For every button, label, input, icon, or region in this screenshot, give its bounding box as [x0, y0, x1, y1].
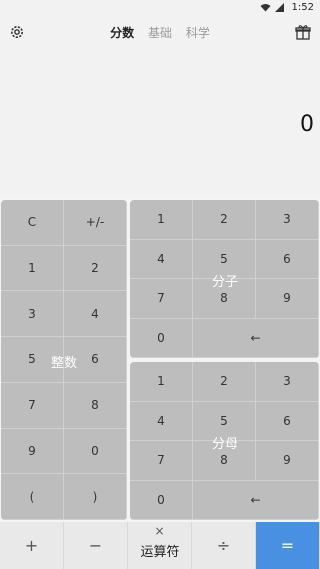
gift-icon[interactable] [295, 24, 311, 40]
integer-key-6[interactable]: 6 [64, 337, 127, 383]
integer-key-5[interactable]: 5 [1, 337, 64, 383]
status-bar: 1:52 [0, 0, 320, 16]
denominator-panel: 1 2 3 4 5 6 7 8 9 0 ← [130, 362, 319, 520]
integer-key-1[interactable]: 1 [1, 245, 64, 292]
operator-row: + − × ÷ = [0, 522, 320, 569]
denominator-key-3[interactable]: 3 [256, 362, 319, 402]
integer-panel: C +/- 1 2 3 4 5 6 7 8 9 0 ( ) [1, 200, 127, 520]
tab-scientific[interactable]: 科学 [186, 24, 210, 41]
numerator-key-7[interactable]: 7 [130, 279, 193, 319]
denominator-key-4[interactable]: 4 [130, 401, 193, 441]
numerator-key-5[interactable]: 5 [193, 239, 256, 279]
integer-key-9[interactable]: 9 [1, 428, 64, 475]
numerator-key-8[interactable]: 8 [193, 279, 256, 319]
result-display: 0 [300, 112, 314, 137]
close-paren-key[interactable]: ) [64, 474, 127, 520]
denominator-key-0[interactable]: 0 [130, 480, 193, 520]
denominator-backspace-key[interactable]: ← [193, 480, 319, 520]
denominator-key-5[interactable]: 5 [193, 401, 256, 441]
plus-key[interactable]: + [0, 522, 64, 569]
divide-key[interactable]: ÷ [192, 522, 256, 569]
denominator-key-9[interactable]: 9 [256, 441, 319, 481]
open-paren-key[interactable]: ( [1, 474, 64, 520]
denominator-key-6[interactable]: 6 [256, 401, 319, 441]
numerator-key-2[interactable]: 2 [193, 200, 256, 240]
minus-key[interactable]: − [64, 522, 128, 569]
equals-key[interactable]: = [256, 522, 320, 569]
integer-key-7[interactable]: 7 [1, 382, 64, 429]
denominator-key-1[interactable]: 1 [130, 362, 193, 402]
numerator-key-3[interactable]: 3 [256, 200, 319, 240]
integer-key-2[interactable]: 2 [64, 245, 127, 292]
mode-tabs: 分数 基础 科学 [0, 24, 320, 41]
numerator-key-4[interactable]: 4 [130, 239, 193, 279]
numerator-key-0[interactable]: 0 [130, 318, 193, 358]
integer-key-4[interactable]: 4 [64, 291, 127, 338]
numerator-panel: 1 2 3 4 5 6 7 8 9 0 ← [130, 200, 319, 358]
integer-key-3[interactable]: 3 [1, 291, 64, 338]
signal-icon [275, 3, 284, 12]
integer-key-8[interactable]: 8 [64, 382, 127, 429]
status-icons [260, 3, 284, 12]
denominator-key-7[interactable]: 7 [130, 441, 193, 481]
top-bar: 分数 基础 科学 [0, 18, 320, 48]
sign-toggle-key[interactable]: +/- [64, 200, 127, 246]
clear-key[interactable]: C [1, 200, 64, 246]
numerator-key-9[interactable]: 9 [256, 279, 319, 319]
integer-key-0[interactable]: 0 [64, 428, 127, 475]
status-time: 1:52 [291, 2, 314, 13]
numerator-key-1[interactable]: 1 [130, 200, 193, 240]
wifi-icon [260, 4, 271, 12]
multiply-key[interactable]: × [128, 522, 192, 569]
numerator-key-6[interactable]: 6 [256, 239, 319, 279]
numerator-backspace-key[interactable]: ← [193, 318, 319, 358]
denominator-key-2[interactable]: 2 [193, 362, 256, 402]
denominator-key-8[interactable]: 8 [193, 441, 256, 481]
tab-basic[interactable]: 基础 [148, 24, 172, 41]
tab-fraction[interactable]: 分数 [110, 24, 134, 41]
